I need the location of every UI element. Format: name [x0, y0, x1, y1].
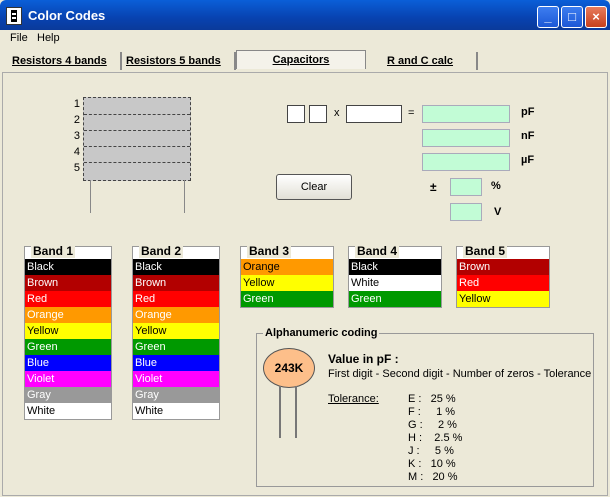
pf-unit: pF — [521, 106, 535, 118]
close-button[interactable]: × — [585, 6, 607, 28]
band-number-2: 2 — [73, 114, 80, 126]
capacitor-body — [83, 97, 191, 181]
alphanumeric-title: Alphanumeric coding — [263, 327, 380, 339]
band-2-color-black[interactable]: Black — [133, 259, 219, 275]
band-number-3: 3 — [73, 130, 80, 142]
band-5-color-yellow[interactable]: Yellow — [457, 291, 549, 307]
voltage-result — [450, 203, 482, 221]
band-5-color-red[interactable]: Red — [457, 275, 549, 291]
app-window: Color Codes _ □ × File Help Resistors 4 … — [0, 0, 610, 497]
uf-unit: µF — [521, 154, 535, 166]
tolerance-result — [450, 178, 482, 196]
band-number-5: 5 — [73, 162, 80, 174]
band-5-color-brown[interactable]: Brown — [457, 259, 549, 275]
band-2-color-green[interactable]: Green — [133, 339, 219, 355]
band-1-color-red[interactable]: Red — [25, 291, 111, 307]
band-number-4: 4 — [73, 146, 80, 158]
band-1-color-violet[interactable]: Violet — [25, 371, 111, 387]
band-4-color-green[interactable]: Green — [349, 291, 441, 307]
tab-strip: Resistors 4 bands Resistors 5 bands Capa… — [0, 50, 610, 72]
band-1-color-white[interactable]: White — [25, 403, 111, 419]
band-1-label: Band 1 — [31, 244, 76, 258]
capacitor-lead-left — [90, 180, 91, 213]
tolerance-row: E : 25 % — [408, 393, 456, 405]
band-4-color-black[interactable]: Black — [349, 259, 441, 275]
tolerance-row: G : 2 % — [408, 419, 457, 431]
band-4-label: Band 4 — [355, 244, 400, 258]
band-3-color-orange[interactable]: Orange — [241, 259, 333, 275]
percent-unit: % — [491, 180, 501, 192]
capacitor-lead-right — [184, 180, 185, 213]
times-sign: x — [334, 107, 340, 119]
digit1-field[interactable] — [287, 105, 305, 123]
band-4-color-white[interactable]: White — [349, 275, 441, 291]
band-2-label: Band 2 — [139, 244, 184, 258]
disc-lead-right — [295, 386, 297, 438]
tab-r-and-c-calc[interactable]: R and C calc — [364, 52, 478, 70]
band-2-group: Band 2 Black Brown Red Orange Yellow Green Blu… — [132, 244, 220, 420]
band-2-color-white[interactable]: White — [133, 403, 219, 419]
maximize-button[interactable]: □ — [561, 6, 583, 28]
band-5-group: Band 5 Brown Red Yellow — [456, 244, 550, 308]
band-1-color-brown[interactable]: Brown — [25, 275, 111, 291]
digit2-field[interactable] — [309, 105, 327, 123]
band-1-color-gray[interactable]: Gray — [25, 387, 111, 403]
band-1-color-blue[interactable]: Blue — [25, 355, 111, 371]
clear-button[interactable]: Clear — [276, 174, 352, 200]
band-2-color-blue[interactable]: Blue — [133, 355, 219, 371]
title-bar: Color Codes _ □ × — [0, 0, 610, 30]
band-3-label: Band 3 — [247, 244, 292, 258]
menu-file[interactable]: File — [10, 32, 28, 44]
tolerance-row: M : 20 % — [408, 471, 458, 483]
band-2-color-brown[interactable]: Brown — [133, 275, 219, 291]
tolerance-label: Tolerance: — [328, 393, 379, 405]
equals-sign: = — [408, 107, 415, 119]
nf-result — [422, 129, 510, 147]
window-title: Color Codes — [28, 8, 106, 23]
minimize-button[interactable]: _ — [537, 6, 559, 28]
band-2-color-yellow[interactable]: Yellow — [133, 323, 219, 339]
band-3-color-yellow[interactable]: Yellow — [241, 275, 333, 291]
tolerance-row: J : 5 % — [408, 445, 454, 457]
ceramic-capacitor-disc: 243K — [263, 348, 315, 388]
band-2-color-gray[interactable]: Gray — [133, 387, 219, 403]
tab-capacitors[interactable]: Capacitors — [236, 50, 366, 69]
band-1-group: Band 1 Black Brown Red Orange Yellow Green Blu… — [24, 244, 112, 420]
tab-resistors-4-bands[interactable]: Resistors 4 bands — [6, 52, 122, 70]
band-2-color-orange[interactable]: Orange — [133, 307, 219, 323]
band-number-1: 1 — [73, 98, 80, 110]
nf-unit: nF — [521, 130, 535, 142]
resistor-app-icon — [6, 7, 22, 25]
band-1-color-green[interactable]: Green — [25, 339, 111, 355]
band-3-color-green[interactable]: Green — [241, 291, 333, 307]
uf-result — [422, 153, 510, 171]
band-2-color-violet[interactable]: Violet — [133, 371, 219, 387]
volt-unit: V — [494, 206, 502, 218]
pf-result — [422, 105, 510, 123]
menu-help[interactable]: Help — [37, 32, 60, 44]
band-1-color-orange[interactable]: Orange — [25, 307, 111, 323]
value-description: First digit - Second digit - Number of z… — [328, 368, 592, 380]
value-title: Value in pF : — [328, 352, 399, 366]
tolerance-row: H : 2.5 % — [408, 432, 463, 444]
menu-bar: File Help — [0, 30, 610, 48]
tolerance-row: F : 1 % — [408, 406, 456, 418]
disc-lead-left — [279, 386, 281, 438]
band-1-color-black[interactable]: Black — [25, 259, 111, 275]
multiplier-field[interactable] — [346, 105, 402, 123]
band-1-color-yellow[interactable]: Yellow — [25, 323, 111, 339]
tolerance-row: K : 10 % — [408, 458, 456, 470]
plusminus-sign: ± — [430, 180, 437, 194]
band-5-label: Band 5 — [463, 244, 508, 258]
band-4-group: Band 4 Black White Green — [348, 244, 442, 308]
band-3-group: Band 3 Orange Yellow Green — [240, 244, 334, 308]
band-2-color-red[interactable]: Red — [133, 291, 219, 307]
tolerance-list: E : 25 % F : 1 % G : 2 % H : 2.5 % J : 5 % K … — [408, 393, 498, 484]
tab-resistors-5-bands[interactable]: Resistors 5 bands — [120, 52, 236, 70]
